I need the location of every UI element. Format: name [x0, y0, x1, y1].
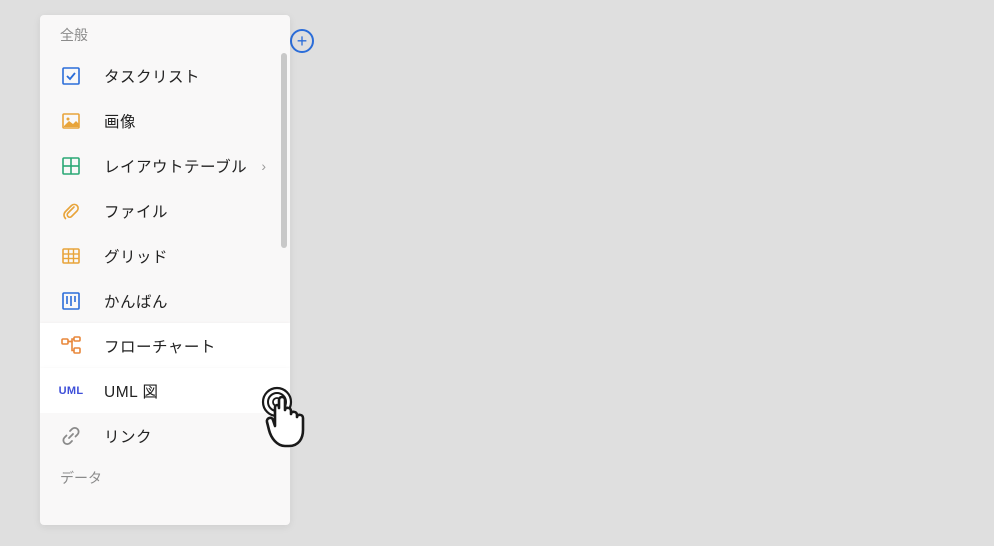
menu-item-label: UML 図	[104, 380, 270, 402]
flowchart-icon	[60, 335, 82, 357]
image-icon	[60, 110, 82, 132]
menu-item-flowchart[interactable]: フローチャート	[40, 323, 290, 368]
menu-item-kanban[interactable]: かんばん	[40, 278, 290, 323]
add-button[interactable]: +	[290, 29, 314, 53]
plus-icon: +	[297, 32, 308, 50]
menu-item-image[interactable]: 画像	[40, 98, 290, 143]
menu-item-label: 画像	[104, 110, 270, 132]
section-header-general: 全般	[40, 15, 290, 53]
menu-item-label: ファイル	[104, 200, 270, 222]
menu-item-uml[interactable]: UML UML 図	[40, 368, 290, 413]
menu-item-link[interactable]: リンク	[40, 413, 290, 458]
menu-item-label: かんばん	[104, 290, 270, 312]
menu-item-tasklist[interactable]: タスクリスト	[40, 53, 290, 98]
insert-menu: 全般 タスクリスト 画像 レイアウトテーブル ›	[40, 15, 290, 525]
grid-icon	[60, 245, 82, 267]
chevron-right-icon: ›	[261, 158, 266, 174]
uml-icon: UML	[60, 380, 82, 402]
menu-item-file[interactable]: ファイル	[40, 188, 290, 233]
menu-item-label: タスクリスト	[104, 65, 270, 87]
menu-item-layout-table[interactable]: レイアウトテーブル ›	[40, 143, 290, 188]
menu-item-label: リンク	[104, 425, 270, 447]
table-grid-icon	[60, 155, 82, 177]
link-icon	[60, 425, 82, 447]
menu-inner: 全般 タスクリスト 画像 レイアウトテーブル ›	[40, 15, 290, 525]
kanban-icon	[60, 290, 82, 312]
section-header-data: データ	[40, 458, 290, 496]
scrollbar[interactable]	[281, 53, 287, 248]
menu-item-label: グリッド	[104, 245, 270, 267]
menu-item-grid[interactable]: グリッド	[40, 233, 290, 278]
paperclip-icon	[60, 200, 82, 222]
menu-item-label: レイアウトテーブル	[104, 155, 261, 177]
menu-item-label: フローチャート	[104, 335, 270, 357]
checkbox-icon	[60, 65, 82, 87]
